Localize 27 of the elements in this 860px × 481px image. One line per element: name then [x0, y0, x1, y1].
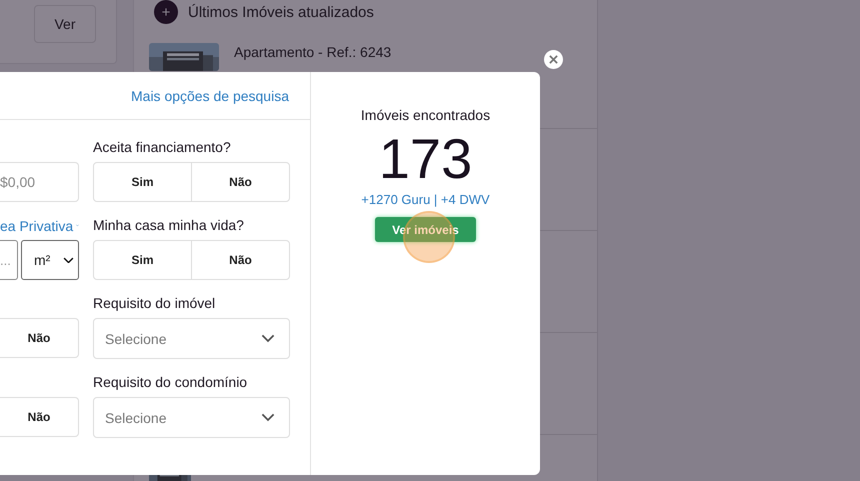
field-label: Requisito do condomínio: [93, 374, 248, 391]
field-label: Requisito do imóvel: [93, 295, 216, 312]
toggle-option[interactable]: Não: [191, 163, 289, 201]
chevron-down-icon: [261, 413, 275, 422]
unit-select[interactable]: m²: [21, 240, 79, 280]
toggle-option[interactable]: Sim: [94, 241, 191, 279]
add-icon[interactable]: +: [154, 0, 178, 24]
field-label: Aceita financiamento?: [93, 139, 232, 156]
price-field[interactable]: $0,00: [0, 162, 79, 202]
toggle-option[interactable]: Sim: [94, 163, 191, 201]
toggle-option[interactable]: Não: [191, 241, 289, 279]
toggle-option[interactable]: Não: [0, 398, 78, 436]
section-title: Últimos Imóveis atualizados: [188, 4, 374, 20]
chevron-down-icon: [261, 334, 275, 343]
field-label: Minha casa minha vida?: [93, 217, 245, 234]
area-field[interactable]: ...: [0, 240, 18, 280]
results-count: 173: [378, 127, 472, 191]
dropdown-select[interactable]: Selecione: [93, 397, 290, 438]
dropdown-select[interactable]: Selecione: [93, 318, 290, 359]
view-button[interactable]: Ver: [34, 5, 96, 43]
results-sources: +1270 Guru | +4 DWV: [361, 192, 490, 207]
chevron-down-icon: [63, 256, 74, 264]
listing-title: Apartamento - Ref.: 6243: [234, 44, 392, 60]
toggle-option[interactable]: Não: [0, 319, 78, 357]
area-type-dropdown[interactable]: ea Privativa: [0, 217, 79, 234]
results-title: Imóveis encontrados: [360, 107, 490, 123]
more-options-link[interactable]: Mais opções de pesquisa: [131, 88, 289, 104]
